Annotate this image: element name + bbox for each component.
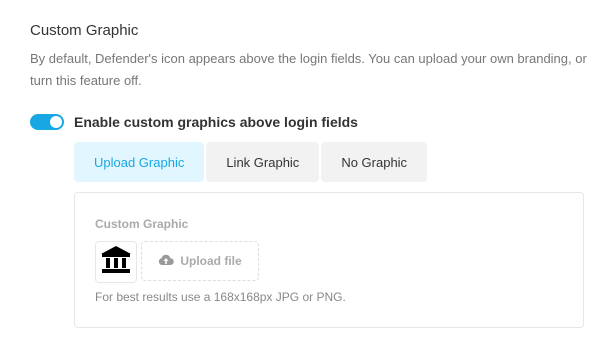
tab-upload-graphic[interactable]: Upload Graphic: [74, 142, 205, 182]
graphic-preview: [95, 241, 137, 283]
upload-graphic-panel: Custom Graphic Upload file For best resu…: [74, 192, 584, 328]
upload-file-button[interactable]: Upload file: [141, 241, 259, 281]
graphic-type-tabs: Upload Graphic Link Graphic No Graphic: [74, 142, 428, 182]
panel-label: Custom Graphic: [95, 217, 189, 231]
cloud-upload-icon: [158, 254, 180, 269]
tab-link-graphic[interactable]: Link Graphic: [206, 142, 320, 182]
bank-building-icon: [99, 245, 133, 280]
custom-graphic-toggle[interactable]: [30, 114, 64, 130]
toggle-label: Enable custom graphics above login field…: [74, 114, 358, 130]
tab-no-graphic[interactable]: No Graphic: [321, 142, 428, 182]
toggle-knob: [50, 116, 62, 128]
upload-file-label: Upload file: [180, 254, 242, 268]
section-description: By default, Defender's icon appears abov…: [30, 51, 587, 88]
upload-hint: For best results use a 168x168px JPG or …: [95, 290, 346, 304]
section-title: Custom Graphic: [30, 22, 139, 39]
custom-graphic-toggle-row: Enable custom graphics above login field…: [30, 112, 358, 132]
